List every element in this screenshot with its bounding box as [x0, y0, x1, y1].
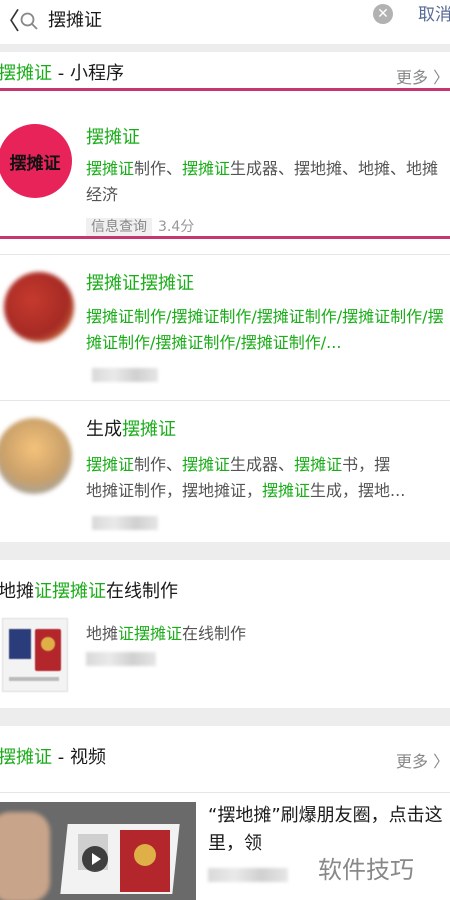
app-name: 生成摆摊证 — [86, 419, 176, 440]
cancel-button[interactable]: 取消 — [418, 4, 450, 26]
search-icon — [20, 12, 38, 30]
category-badge: 信息查询 — [86, 218, 152, 236]
app-avatar: 摆摊证 — [0, 124, 72, 198]
divider — [0, 254, 450, 255]
app-name: 摆摊证摆摊证 — [86, 273, 194, 294]
divider — [0, 400, 450, 401]
app-description: 摆摊证制作/摆摊证制作/摆摊证制作/摆摊证制作/摆摊证制作/摆摊证制作/摆摊证制… — [86, 307, 444, 352]
app-avatar — [0, 418, 72, 494]
app-description: 摆摊证制作、摆摊证生成器、摆地摊、地摊、地摊经济 — [86, 159, 439, 204]
rating: 3.4分 — [158, 219, 195, 235]
search-bar: 〈 摆摊证 ✕ 取消 — [0, 0, 450, 44]
blurred-meta — [92, 516, 158, 530]
app-description: 摆摊证制作、摆摊证生成器、摆摊证书，摆 地摊证制作，摆地摊证，摆摊证生成，摆地.… — [86, 455, 406, 500]
blurred-meta — [86, 652, 156, 666]
highlight-underline-bottom — [0, 236, 450, 239]
list-item-app-2[interactable]: 摆摊证摆摊证 摆摊证制作/摆摊证制作/摆摊证制作/摆摊证制作/摆摊证制作/摆摊证… — [0, 256, 450, 404]
article-result[interactable]: 地摊证摆摊证在线制作 地摊证摆摊证在线制作 — [0, 560, 450, 708]
blurred-meta — [92, 368, 158, 382]
avatar-label: 摆摊证 — [9, 153, 61, 174]
highlight-underline — [0, 88, 450, 91]
video-thumbnail[interactable] — [0, 802, 196, 900]
article-summary: 地摊证摆摊证在线制作 — [86, 624, 247, 643]
app-name: 摆摊证 — [86, 127, 140, 148]
play-icon[interactable] — [82, 846, 108, 872]
section-title: 摆摊证 - 视频 — [0, 747, 106, 768]
more-link[interactable]: 更多 〉 — [396, 748, 449, 772]
back-chevron-icon[interactable]: 〈 — [0, 6, 20, 36]
clear-icon[interactable]: ✕ — [373, 4, 393, 24]
watermark: 软件技巧 — [318, 856, 414, 884]
more-link[interactable]: 更多 〉 — [396, 64, 449, 88]
mini-program-section: 摆摊证 - 小程序 更多 〉 摆摊证 摆摊证 摆摊证制作、摆摊证生成器、摆地摊、… — [0, 52, 450, 542]
section-header-video: 摆摊证 - 视频 更多 〉 — [0, 736, 450, 780]
divider — [0, 792, 450, 793]
blurred-meta — [208, 868, 288, 882]
article-title: 地摊证摆摊证在线制作 — [0, 581, 178, 602]
section-title: 摆摊证 - 小程序 — [0, 63, 124, 84]
list-item-app-3[interactable]: 生成摆摊证 摆摊证制作、摆摊证生成器、摆摊证书，摆 地摊证制作，摆地摊证，摆摊证… — [0, 402, 450, 542]
list-item-app-1[interactable]: 摆摊证 摆摊证 摆摊证制作、摆摊证生成器、摆地摊、地摊、地摊经济 信息查询 3.4… — [0, 108, 450, 238]
app-avatar — [4, 272, 74, 342]
app-meta: 信息查询 3.4分 — [86, 216, 194, 236]
article-thumbnail — [2, 618, 68, 692]
search-input[interactable]: 摆摊证 — [48, 8, 102, 34]
